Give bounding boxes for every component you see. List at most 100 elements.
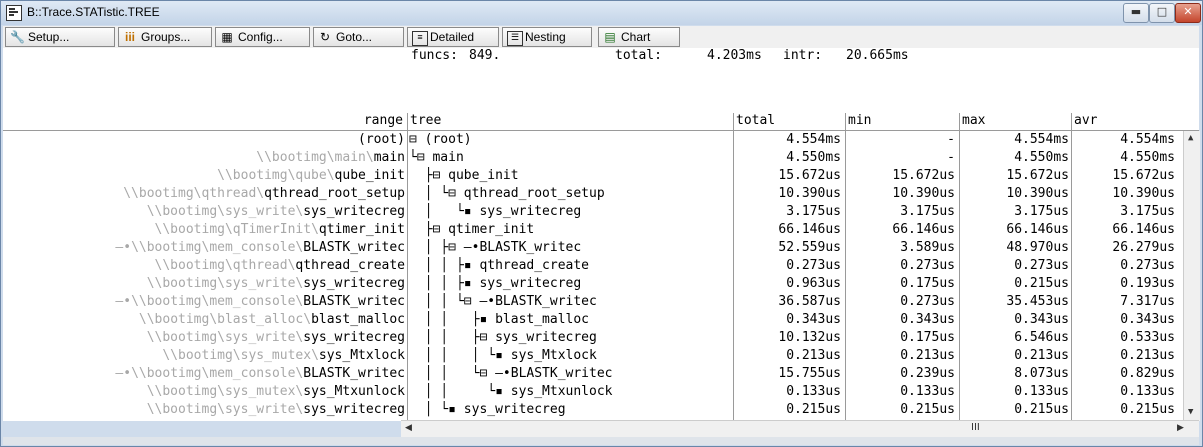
nesting-button[interactable]: ☰ Nesting [502,27,592,47]
tree-cell[interactable]: ├⊟ qtimer_init [409,221,729,239]
scroll-thumb-grip[interactable]: III [971,422,980,433]
range-name: sys_writecreg [303,330,405,345]
min-cell: 0.343us [900,312,955,327]
tree-cell[interactable]: │ │ ├⊟ sys_writecreg [409,329,729,347]
tree-cell[interactable]: │ │ ├▪ qthread_create [409,257,729,275]
table-row[interactable]: \\bootimg\sys_write\sys_writecreg │ │ ├▪… [3,275,1183,293]
header-range[interactable]: range [3,113,405,130]
tree-cell[interactable]: │ │ └⊟ —•BLASTK_writec [409,365,729,383]
min-cell: 0.273us [900,294,955,309]
range-name: sys_Mtxunlock [303,384,405,399]
maximize-button[interactable]: □ [1149,3,1175,23]
table-row[interactable]: \\bootimg\sys_write\sys_writecreg │ └▪ s… [3,401,1183,419]
tree-cell[interactable]: │ └▪ sys_writecreg [409,401,729,419]
range-cell: —•\\bootimg\mem_console\BLASTK_writec [3,239,405,257]
tree-cell[interactable]: ⊟ (root) [409,131,729,149]
range-name: sys_Mtxlock [318,348,405,363]
table-row[interactable]: \\bootimg\sys_write\sys_writecreg │ │ ├⊟… [3,329,1183,347]
horizontal-scrollbar[interactable]: ◀ III ▶ [401,420,1199,437]
groups-icon: iii [124,30,135,44]
range-name: qube_init [334,168,405,183]
header-min[interactable]: min [845,113,959,130]
scroll-up-icon[interactable]: ▲ [1188,133,1193,143]
range-name: qthread_create [295,258,405,273]
title-bar[interactable]: B::Trace.STATistic.TREE ▬ □ ✕ [1,1,1202,25]
scroll-right-icon[interactable]: ▶ [1177,423,1184,433]
tree-cell[interactable]: │ │ │ └▪ sys_Mtxlock [409,347,729,365]
min-cell: 0.213us [900,348,955,363]
tree-cell[interactable]: │ ├⊟ —•BLASTK_writec [409,239,729,257]
range-path: \\bootimg\qthread\ [123,186,265,201]
nesting-label: Nesting [525,30,566,44]
table-row[interactable]: —•\\bootimg\mem_console\BLASTK_writec │ … [3,293,1183,311]
total-cell: 0.133us [786,384,841,399]
tree-cell[interactable]: │ └⊟ qthread_root_setup [409,185,729,203]
range-path: \\bootimg\qube\ [217,168,335,183]
header-tree[interactable]: tree [407,113,733,130]
table-row[interactable]: \\bootimg\main\main └⊟ main 4.550ms -4.550m… [3,149,1183,167]
avr-cell: 4.550ms [1120,150,1175,165]
tree-cell[interactable]: │ │ ├▪ blast_malloc [409,311,729,329]
range-name: sys_writecreg [303,402,405,417]
total-cell: 4.550ms [786,150,841,165]
detailed-button[interactable]: ≡ Detailed [407,27,499,47]
table-row[interactable]: \\bootimg\sys_mutex\sys_Mtxlock │ │ │ └▪… [3,347,1183,365]
header-avr[interactable]: avr [1071,113,1183,130]
table-row[interactable]: —•\\bootimg\mem_console\BLASTK_writec │ … [3,239,1183,257]
toolbar: 🔧 Setup... iii Groups... ▦ Config... ↻ Goto.… [3,26,1199,48]
header-max[interactable]: max [959,113,1071,130]
close-button[interactable]: ✕ [1175,3,1201,23]
range-path: \\bootimg\sys_write\ [146,276,304,291]
table-row[interactable]: \\bootimg\sys_write\sys_writecreg │ └▪ s… [3,203,1183,221]
range-cell: \\bootimg\qthread\qthread_create [3,257,405,275]
tree-cell[interactable]: │ │ ├▪ sys_writecreg [409,275,729,293]
funcs-label: funcs: [411,48,458,63]
total-cell: 10.132us [778,330,841,345]
min-cell: 0.239us [900,366,955,381]
tree-cell[interactable]: │ │ └⊟ —•BLASTK_writec [409,293,729,311]
table-row[interactable]: —•\\bootimg\mem_console\BLASTK_writec │ … [3,365,1183,383]
avr-cell: 0.193us [1120,276,1175,291]
minimize-button[interactable]: ▬ [1123,3,1149,23]
max-cell: 66.146us [1006,222,1069,237]
range-cell: \\bootimg\qTimerInit\qtimer_init [3,221,405,239]
goto-label: Goto... [336,30,373,44]
groups-button[interactable]: iii Groups... [118,27,212,47]
config-button[interactable]: ▦ Config... [215,27,310,47]
min-cell: 3.589us [900,240,955,255]
tree-cell[interactable]: │ └▪ sys_writecreg [409,203,729,221]
avr-cell: 15.672us [1112,168,1175,183]
range-cell: \\bootimg\sys_write\sys_writecreg [3,275,405,293]
table-row[interactable]: \\bootimg\sys_mutex\sys_Mtxunlock │ │ └▪… [3,383,1183,401]
chart-icon: ▤ [604,30,616,44]
tree-cell[interactable]: ├⊟ qube_init [409,167,729,185]
min-cell: 66.146us [892,222,955,237]
tree-cell[interactable]: │ │ └▪ sys_Mtxunlock [409,383,729,401]
range-prefix: —• [115,366,132,381]
table-row[interactable]: (root) ⊟ (root) 4.554ms - 4.554ms 4.554ms [3,131,1183,149]
avr-cell: 10.390us [1112,186,1175,201]
table-row[interactable]: \\bootimg\blast_alloc\blast_malloc │ │ ├… [3,311,1183,329]
range-name: blast_malloc [311,312,405,327]
range-path: \\bootimg\qTimerInit\ [154,222,319,237]
table-row[interactable]: \\bootimg\qube\qube_init ├⊟ qube_init 15.… [3,167,1183,185]
range-name: main [373,150,405,165]
vertical-scrollbar[interactable]: ▲ ▼ [1183,131,1200,421]
column-headers: range tree total min max avr [3,113,1199,130]
avr-cell: 0.213us [1120,348,1175,363]
scroll-down-icon[interactable]: ▼ [1188,407,1193,417]
range-name: qtimer_init [318,222,405,237]
header-total[interactable]: total [733,113,845,130]
tree-cell[interactable]: └⊟ main [409,149,729,167]
total-cell: 0.215us [786,402,841,417]
range-path: \\bootimg\mem_console\ [131,294,304,309]
goto-button[interactable]: ↻ Goto... [313,27,404,47]
detailed-icon: ≡ [412,31,428,46]
setup-button[interactable]: 🔧 Setup... [5,27,115,47]
chart-button[interactable]: ▤ Chart [598,27,680,47]
range-name: qthread_root_setup [264,186,405,201]
table-row[interactable]: \\bootimg\qTimerInit\qtimer_init ├⊟ qtim… [3,221,1183,239]
table-row[interactable]: \\bootimg\qthread\qthread_root_setup │ └… [3,185,1183,203]
table-row[interactable]: \\bootimg\qthread\qthread_create │ │ ├▪ … [3,257,1183,275]
scroll-left-icon[interactable]: ◀ [405,423,412,433]
